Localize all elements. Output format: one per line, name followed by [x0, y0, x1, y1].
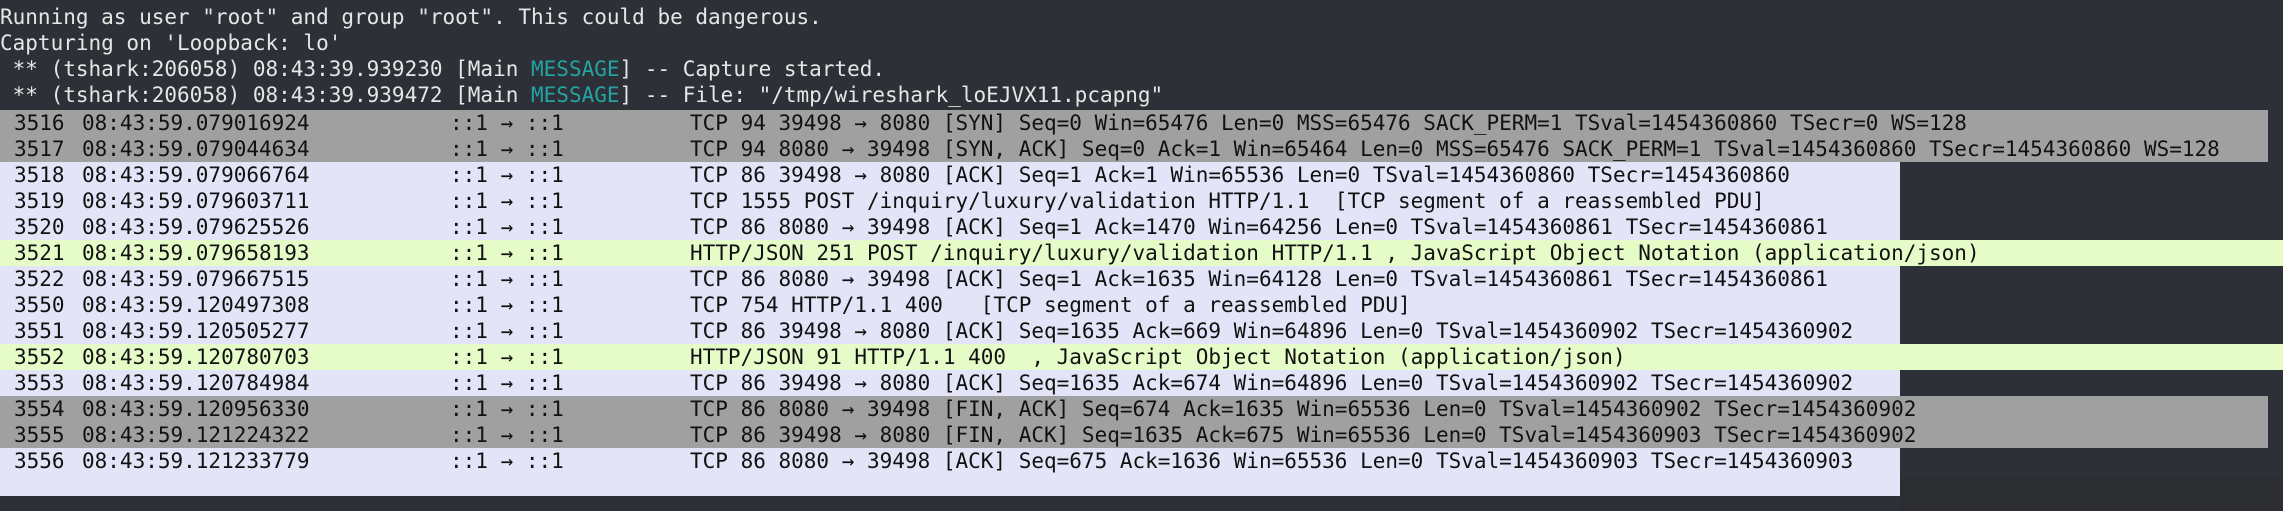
packet-info: TCP 86 39498 → 8080 [ACK] Seq=1635 Ack=6… [690, 319, 1854, 343]
packet-info: TCP 86 8080 → 39498 [FIN, ACK] Seq=674 A… [690, 397, 1917, 421]
packet-time: 08:43:59.121233779 [82, 449, 310, 473]
packet-address: ::1 → ::1 [450, 319, 564, 343]
packet-info: HTTP/JSON 251 POST /inquiry/luxury/valid… [690, 241, 1980, 265]
packet-time: 08:43:59.120956330 [82, 397, 310, 421]
packet-number: 3555 [14, 423, 65, 447]
packet-time: 08:43:59.079044634 [82, 137, 310, 161]
packet-time: 08:43:59.120780703 [82, 345, 310, 369]
terminal-output[interactable]: Running as user "root" and group "root".… [0, 0, 2283, 511]
packet-time: 08:43:59.120497308 [82, 293, 310, 317]
packet-address: ::1 → ::1 [450, 163, 564, 187]
packet-time: 08:43:59.079016924 [82, 111, 310, 135]
packet-address: ::1 → ::1 [450, 267, 564, 291]
packet-number: 3552 [14, 345, 65, 369]
packet-number: 3517 [14, 137, 65, 161]
packet-number: 3550 [14, 293, 65, 317]
packet-row[interactable]: 3553 08:43:59.120784984::1 → ::1 TCP 86 39… [0, 370, 1900, 396]
packet-time: 08:43:59.120784984 [82, 371, 310, 395]
packet-info: HTTP/JSON 91 HTTP/1.1 400 , JavaScript O… [690, 345, 1626, 369]
packet-time: 08:43:59.079066764 [82, 163, 310, 187]
console-line-capture-started: ** (tshark:206058) 08:43:39.939230 [Main… [0, 56, 885, 82]
packet-address: ::1 → ::1 [450, 137, 564, 161]
packet-address: ::1 → ::1 [450, 449, 564, 473]
message-tag: MESSAGE [531, 57, 620, 81]
packet-time: 08:43:59.079603711 [82, 189, 310, 213]
packet-address: ::1 → ::1 [450, 189, 564, 213]
packet-row[interactable]: 3554 08:43:59.120956330::1 → ::1 TCP 86 80… [0, 396, 2268, 422]
packet-address: ::1 → ::1 [450, 345, 564, 369]
packet-number: 3556 [14, 449, 65, 473]
packet-info: TCP 86 39498 → 8080 [FIN, ACK] Seq=1635 … [690, 423, 1917, 447]
packet-number: 3551 [14, 319, 65, 343]
packet-row[interactable]: 3519 08:43:59.079603711::1 → ::1 TCP 1555 … [0, 188, 1900, 214]
packet-time: 08:43:59.079658193 [82, 241, 310, 265]
packet-info: TCP 86 39498 → 8080 [ACK] Seq=1635 Ack=6… [690, 371, 1854, 395]
packet-row[interactable]: 3521 08:43:59.079658193::1 → ::1 HTTP/JSON… [0, 240, 2283, 266]
message-prefix: ** (tshark:206058) 08:43:39.939472 [Main [0, 83, 532, 107]
packet-row[interactable]: 3555 08:43:59.121224322::1 → ::1 TCP 86 39… [0, 422, 2268, 448]
packet-time: 08:43:59.120505277 [82, 319, 310, 343]
packet-address: ::1 → ::1 [450, 111, 564, 135]
packet-info: TCP 86 8080 → 39498 [ACK] Seq=1 Ack=1635… [690, 267, 1828, 291]
packet-row[interactable]: 3522 08:43:59.079667515::1 → ::1 TCP 86 80… [0, 266, 1900, 292]
packet-info: TCP 86 8080 → 39498 [ACK] Seq=1 Ack=1470… [690, 215, 1828, 239]
packet-number: 3522 [14, 267, 65, 291]
message-prefix: ** (tshark:206058) 08:43:39.939230 [Main [0, 57, 532, 81]
packet-number: 3521 [14, 241, 65, 265]
console-line-capturing: Capturing on 'Loopback: lo' [0, 31, 342, 55]
packet-info: TCP 86 8080 → 39498 [ACK] Seq=675 Ack=16… [690, 449, 1854, 473]
packet-row[interactable]: 3520 08:43:59.079625526::1 → ::1 TCP 86 80… [0, 214, 1900, 240]
packet-number: 3520 [14, 215, 65, 239]
packet-number: 3553 [14, 371, 65, 395]
packet-row[interactable]: 3551 08:43:59.120505277::1 → ::1 TCP 86 39… [0, 318, 1900, 344]
console-line-file: ** (tshark:206058) 08:43:39.939472 [Main… [0, 82, 1164, 108]
packet-time: 08:43:59.079625526 [82, 215, 310, 239]
packet-address: ::1 → ::1 [450, 397, 564, 421]
message-suffix: ] -- File: "/tmp/wireshark_loEJVX11.pcap… [619, 83, 1164, 107]
packet-info: TCP 94 8080 → 39498 [SYN, ACK] Seq=0 Ack… [690, 137, 2220, 161]
packet-number: 3516 [14, 111, 65, 135]
background-status-bar [1900, 478, 2283, 511]
packet-time: 08:43:59.079667515 [82, 267, 310, 291]
packet-info: TCP 86 39498 → 8080 [ACK] Seq=1 Ack=1 Wi… [690, 163, 1790, 187]
packet-row[interactable]: 3550 08:43:59.120497308::1 → ::1 TCP 754 H… [0, 292, 1900, 318]
console-line-warning: Running as user "root" and group "root".… [0, 5, 822, 29]
packet-address: ::1 → ::1 [450, 423, 564, 447]
packet-time: 08:43:59.121224322 [82, 423, 310, 447]
packet-number: 3554 [14, 397, 65, 421]
message-tag: MESSAGE [531, 83, 620, 107]
packet-row[interactable]: 3552 08:43:59.120780703::1 → ::1 HTTP/JSON… [0, 344, 2283, 370]
packet-row[interactable]: 3556 08:43:59.121233779::1 → ::1 TCP 86 80… [0, 448, 1900, 496]
packet-number: 3519 [14, 189, 65, 213]
packet-info: TCP 94 39498 → 8080 [SYN] Seq=0 Win=6547… [690, 111, 1967, 135]
packet-info: TCP 1555 POST /inquiry/luxury/validation… [690, 189, 1765, 213]
packet-address: ::1 → ::1 [450, 241, 564, 265]
packet-row[interactable]: 3518 08:43:59.079066764::1 → ::1 TCP 86 39… [0, 162, 1900, 188]
packet-info: TCP 754 HTTP/1.1 400 [TCP segment of a r… [690, 293, 1411, 317]
packet-number: 3518 [14, 163, 65, 187]
packet-row[interactable]: 3517 08:43:59.079044634::1 → ::1 TCP 94 80… [0, 136, 2268, 162]
message-suffix: ] -- Capture started. [619, 57, 886, 81]
packet-row[interactable]: 3516 08:43:59.079016924::1 → ::1 TCP 94 39… [0, 110, 2268, 136]
packet-address: ::1 → ::1 [450, 371, 564, 395]
packet-address: ::1 → ::1 [450, 215, 564, 239]
packet-address: ::1 → ::1 [450, 293, 564, 317]
